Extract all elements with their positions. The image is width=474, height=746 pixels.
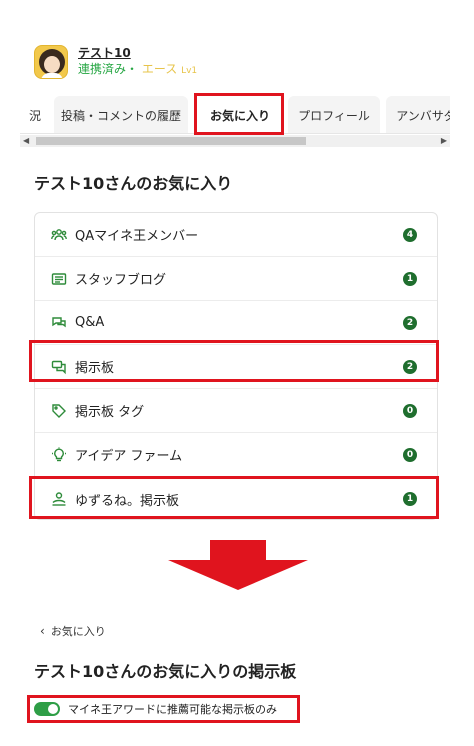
page-title: テスト10さんのお気に入りの掲示板 <box>34 662 297 681</box>
count-badge: 1 <box>403 271 417 286</box>
award-filter-row: マイネ王アワードに推薦可能な掲示板のみ <box>34 701 277 717</box>
scroll-right-icon[interactable]: ▶ <box>441 135 447 147</box>
favorites-title: テスト10さんのお気に入り <box>34 174 233 193</box>
favorites-item-label: スタッフブログ <box>75 273 167 288</box>
level-label: Lv1 <box>181 66 198 76</box>
back-link[interactable]: ‹ お気に入り <box>40 623 106 639</box>
favorites-item-label: アイデア ファーム <box>75 449 183 464</box>
favorites-item-label: QAマイネ王メンバー <box>75 229 199 244</box>
count-badge: 2 <box>403 359 417 374</box>
profile-status: 連携済み・ エース Lv1 <box>78 61 197 79</box>
favorites-list: QAマイネ王メンバー 4 スタッフブログ 1 Q&A 2 掲示板 2 掲示板 タ… <box>34 212 438 520</box>
tab-history[interactable]: 投稿・コメントの履歴 <box>54 96 188 133</box>
favorites-item-board-tag[interactable]: 掲示板 タグ 0 <box>35 389 437 433</box>
blog-icon <box>51 271 67 287</box>
favorites-item-members[interactable]: QAマイネ王メンバー 4 <box>35 213 437 257</box>
tab-profile[interactable]: プロフィール <box>288 96 380 133</box>
favorites-item-yuzurune[interactable]: ゆずるね。掲示板 1 <box>35 477 437 521</box>
board-icon <box>51 359 67 375</box>
favorites-item-label: Q&A <box>75 315 105 330</box>
count-badge: 2 <box>403 315 417 330</box>
avatar[interactable] <box>34 45 68 79</box>
count-badge: 1 <box>403 492 417 506</box>
yuzurune-icon <box>51 491 67 507</box>
profile-tabs: 況 投稿・コメントの履歴 お気に入り プロフィール アンバサダ <box>20 96 450 134</box>
scrollbar-thumb[interactable] <box>36 137 306 145</box>
down-arrow-icon <box>168 540 308 590</box>
favorites-item-label: 掲示板 タグ <box>75 405 145 420</box>
award-filter-label: マイネ王アワードに推薦可能な掲示板のみ <box>68 703 277 716</box>
favorites-item-qa[interactable]: Q&A 2 <box>35 301 437 345</box>
chevron-left-icon: ‹ <box>40 624 45 638</box>
profile-name-link[interactable]: テスト10 <box>78 45 197 61</box>
favorites-item-staff-blog[interactable]: スタッフブログ 1 <box>35 257 437 301</box>
tag-icon <box>51 403 67 419</box>
tab-status-partial[interactable]: 況 <box>20 96 50 133</box>
tab-ambassador[interactable]: アンバサダ <box>386 96 450 133</box>
status-separator: ・ <box>126 62 139 76</box>
favorites-item-board[interactable]: 掲示板 2 <box>35 345 437 389</box>
link-status: 連携済み <box>78 62 127 76</box>
idea-icon <box>51 447 67 463</box>
count-badge: 0 <box>403 403 417 418</box>
favorites-item-idea-farm[interactable]: アイデア ファーム 0 <box>35 433 437 477</box>
back-link-label: お気に入り <box>50 625 106 638</box>
award-filter-toggle[interactable] <box>34 702 60 716</box>
scroll-left-icon[interactable]: ◀ <box>23 135 29 147</box>
count-badge: 4 <box>403 227 417 242</box>
qa-icon <box>51 315 67 331</box>
tab-favorites[interactable]: お気に入り <box>198 96 282 133</box>
members-icon <box>51 227 67 243</box>
rank-label: エース <box>141 62 178 76</box>
favorites-item-label: 掲示板 <box>75 361 115 376</box>
favorites-item-label: ゆずるね。掲示板 <box>75 493 180 509</box>
profile-header: テスト10 連携済み・ エース Lv1 <box>34 40 197 84</box>
tabs-scrollbar[interactable]: ◀ ▶ <box>20 135 450 147</box>
count-badge: 0 <box>403 447 417 462</box>
